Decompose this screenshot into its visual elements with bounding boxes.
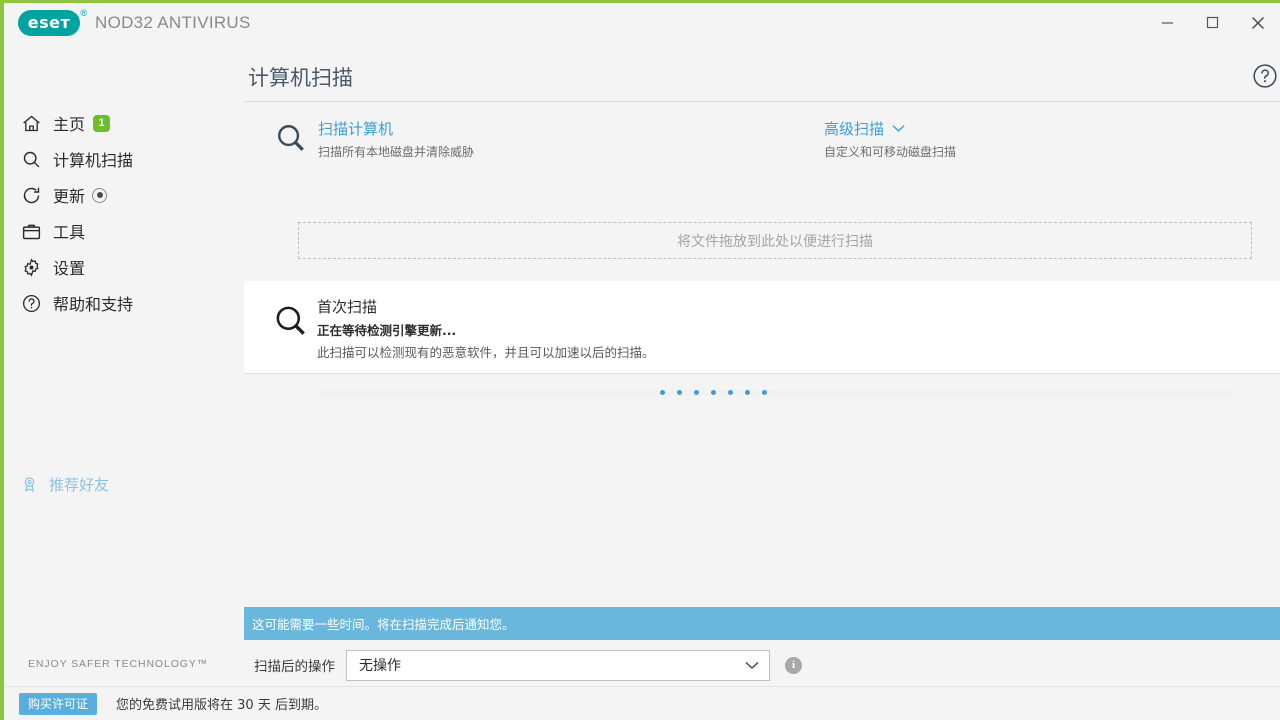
minimize-icon[interactable] xyxy=(1145,3,1190,42)
page-header: 计算机扫描 xyxy=(244,42,1280,101)
title-bar: eseт ® NOD32 ANTIVIRUS xyxy=(4,3,1280,42)
after-scan-action-row: 扫描后的操作 无操作 i xyxy=(244,640,1280,690)
dropzone-label: 将文件拖放到此处以便进行扫描 xyxy=(677,233,873,250)
advanced-scan-option[interactable]: 高级扫描 自定义和可移动磁盘扫描 xyxy=(824,118,956,160)
eset-logo-badge: eseт ® xyxy=(18,8,87,36)
window-controls xyxy=(1145,3,1280,42)
page-title: 计算机扫描 xyxy=(248,66,353,90)
info-banner: 这可能需要一些时间。将在扫描完成后通知您。 xyxy=(244,607,1280,640)
refer-friend-label: 推荐好友 xyxy=(49,476,110,494)
home-icon xyxy=(18,110,44,136)
award-ribbon-icon xyxy=(18,475,40,494)
trial-expiry-text: 您的免费试用版将在 30 天 后到期。 xyxy=(116,698,327,713)
magnifier-icon xyxy=(274,118,314,160)
sidebar-item-home[interactable]: 主页 1 xyxy=(4,105,244,141)
eset-main-window: eseт ® NOD32 ANTIVIRUS 主页 1 计算机扫描 更新 工具 … xyxy=(0,0,1280,720)
sidebar-item-settings[interactable]: 设置 xyxy=(4,249,244,285)
scan-computer-label: 扫描计算机 xyxy=(318,120,394,138)
question-circle-icon xyxy=(18,290,44,316)
chevron-down-icon xyxy=(745,661,759,670)
sidebar-item-label: 帮助和支持 xyxy=(53,295,134,314)
scan-options-row: 扫描计算机 扫描所有本地磁盘并清除威胁 高级扫描 自定义和可移动磁盘扫描 xyxy=(244,102,1280,177)
chevron-down-icon[interactable] xyxy=(892,124,905,133)
scan-name: 首次扫描 xyxy=(317,298,378,316)
bottom-bar: 购买许可证 您的免费试用版将在 30 天 后到期。 xyxy=(4,686,1280,720)
after-scan-action-label: 扫描后的操作 xyxy=(254,659,335,675)
eset-logo-text: eseт xyxy=(27,12,71,32)
sidebar-item-label: 工具 xyxy=(53,223,86,242)
eset-logo: eseт ® NOD32 ANTIVIRUS xyxy=(18,8,251,36)
scan-status: 正在等待检测引擎更新... xyxy=(317,323,457,338)
close-icon[interactable] xyxy=(1235,3,1280,42)
after-scan-action-value: 无操作 xyxy=(359,658,401,674)
content-area: 计算机扫描 扫描计算机 扫描所有本地磁盘并清除威胁 高级扫描 自定义和可移动磁盘… xyxy=(244,42,1280,720)
maximize-icon[interactable] xyxy=(1190,3,1235,42)
sidebar-item-label: 计算机扫描 xyxy=(53,151,134,170)
tagline: ENJOY SAFER TECHNOLOGY™ xyxy=(28,658,209,670)
scan-card-body: 首次扫描 正在等待检测引擎更新... 此扫描可以检测现有的恶意软件，并且可以加速… xyxy=(317,296,655,361)
refresh-icon xyxy=(18,182,44,208)
scan-card[interactable]: 首次扫描 正在等待检测引擎更新... 此扫描可以检测现有的恶意软件，并且可以加速… xyxy=(244,281,1280,396)
scan-computer-subtitle: 扫描所有本地磁盘并清除威胁 xyxy=(318,145,475,159)
buy-license-button[interactable]: 购买许可证 xyxy=(19,692,98,715)
scan-computer-title: 扫描计算机 xyxy=(318,118,474,139)
sidebar-item-help-support[interactable]: 帮助和支持 xyxy=(4,285,244,321)
file-dropzone[interactable]: 将文件拖放到此处以便进行扫描 xyxy=(298,222,1252,259)
sidebar-item-update[interactable]: 更新 xyxy=(4,177,244,213)
registered-mark: ® xyxy=(80,7,87,18)
info-banner-text: 这可能需要一些时间。将在扫描完成后通知您。 xyxy=(252,617,515,632)
advanced-scan-title: 高级扫描 xyxy=(824,118,956,139)
sidebar-item-computer-scan[interactable]: 计算机扫描 xyxy=(4,141,244,177)
sidebar-item-tools[interactable]: 工具 xyxy=(4,213,244,249)
info-icon[interactable]: i xyxy=(785,656,802,674)
product-name: NOD32 ANTIVIRUS xyxy=(95,12,251,32)
help-circle-icon[interactable] xyxy=(1252,63,1278,89)
scan-progress-bar xyxy=(317,389,1232,396)
update-status-icon xyxy=(92,187,108,203)
sidebar: 主页 1 计算机扫描 更新 工具 设置 帮助和支持 推荐好友 ENJOY SAF… xyxy=(4,42,244,720)
magnifier-icon xyxy=(272,302,310,340)
toolbox-icon xyxy=(18,218,44,244)
gear-icon xyxy=(18,254,44,280)
advanced-scan-label: 高级扫描 xyxy=(824,120,885,138)
scan-computer-option[interactable]: 扫描计算机 扫描所有本地磁盘并清除威胁 xyxy=(274,118,474,160)
sidebar-item-label: 主页 xyxy=(53,115,86,134)
search-icon xyxy=(18,146,44,172)
advanced-scan-subtitle: 自定义和可移动磁盘扫描 xyxy=(824,145,957,159)
scan-description: 此扫描可以检测现有的恶意软件，并且可以加速以后的扫描。 xyxy=(317,345,655,360)
sidebar-nav: 主页 1 计算机扫描 更新 工具 设置 帮助和支持 xyxy=(4,105,244,321)
sidebar-item-label: 更新 xyxy=(53,187,86,206)
home-badge: 1 xyxy=(93,114,111,132)
sidebar-item-label: 设置 xyxy=(53,259,86,278)
after-scan-action-select[interactable]: 无操作 xyxy=(346,649,770,681)
progress-dots xyxy=(660,390,767,395)
refer-friend-link[interactable]: 推荐好友 xyxy=(18,474,109,495)
